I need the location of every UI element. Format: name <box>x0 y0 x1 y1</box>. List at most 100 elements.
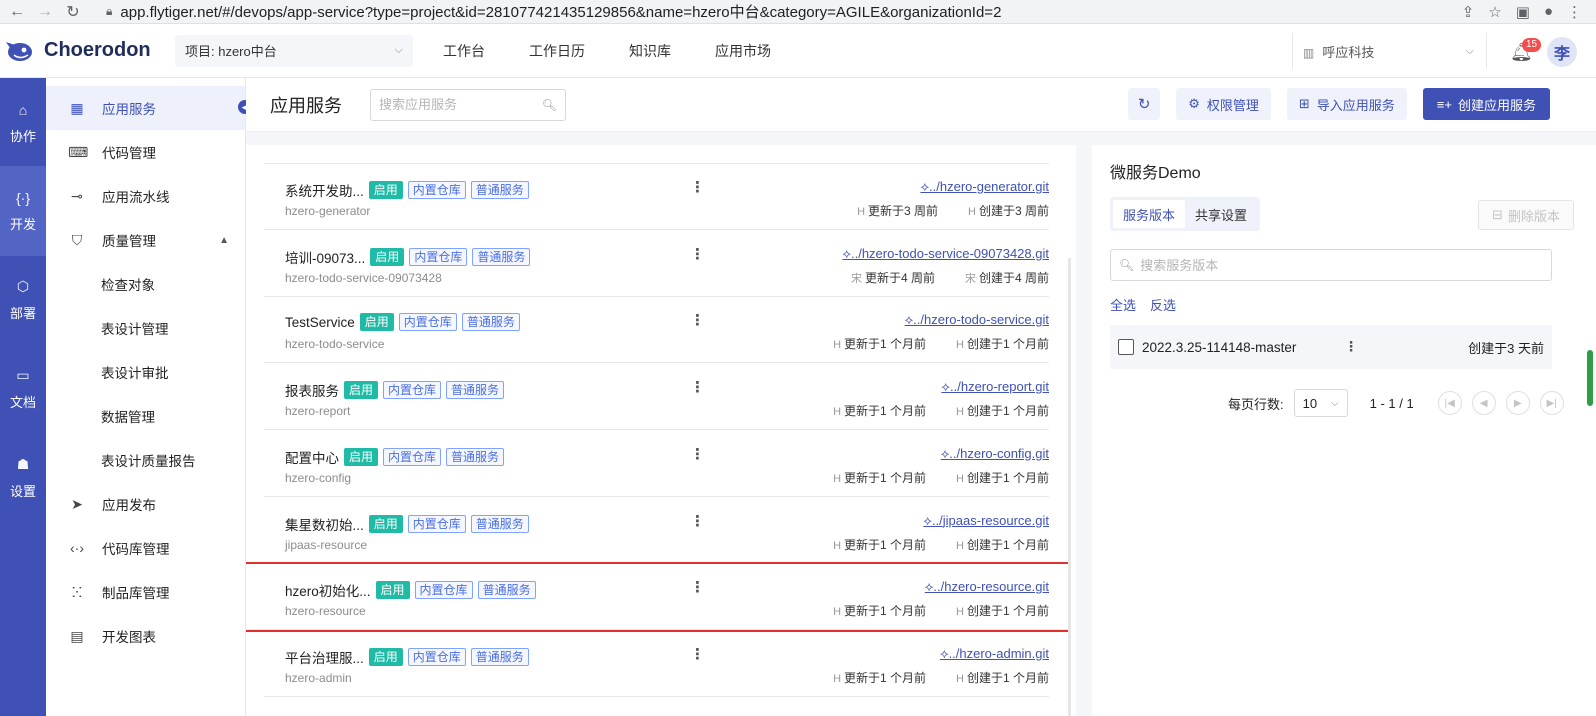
service-row[interactable]: 系统开发助... 启用 内置仓库 普通服务 hzero-generator ⋮ ⟡../hz… <box>264 164 1049 230</box>
rail-item-develop[interactable]: {·} 开发 <box>0 166 46 256</box>
sidebar-item-quality[interactable]: ⛉ 质量管理 ▲ <box>46 218 245 262</box>
rail-item-deploy[interactable]: ⬡ 部署 <box>0 255 46 345</box>
prev-page-icon[interactable]: ◀ <box>1471 391 1496 415</box>
sidebar-item-release[interactable]: ➤ 应用发布 <box>46 482 245 526</box>
menu-knowledge[interactable]: 知识库 <box>629 41 671 61</box>
rail-item-docs[interactable]: ▭ 文档 <box>0 344 46 434</box>
app-name: Choerodon <box>44 39 151 61</box>
git-link[interactable]: ⟡../hzero-generator.git <box>920 179 1049 195</box>
version-search[interactable]: 🔍︎ <box>1110 249 1552 281</box>
more-icon[interactable]: ⋮ <box>690 645 705 663</box>
git-link[interactable]: ⟡../hzero-config.git <box>941 446 1049 462</box>
sidebar-subitem-table-design[interactable]: 表设计管理 <box>46 306 245 350</box>
git-url[interactable]: ../hzero-todo-service-09073428.git <box>851 246 1049 261</box>
git-url[interactable]: ../hzero-report.git <box>950 379 1049 394</box>
more-icon[interactable]: ⋮ <box>1344 339 1358 355</box>
more-icon[interactable]: ⋮ <box>690 311 705 329</box>
create-service-button[interactable]: ≡+ 创建应用服务 <box>1422 88 1550 120</box>
git-url[interactable]: ../hzero-resource.git <box>933 579 1049 594</box>
back-icon[interactable]: ← <box>6 3 28 21</box>
star-icon[interactable]: ☆ <box>1488 3 1501 21</box>
service-name[interactable]: 集星数初始... <box>285 514 364 534</box>
tab-share-settings[interactable]: 共享设置 <box>1185 200 1257 228</box>
avatar[interactable]: 李 <box>1547 37 1577 67</box>
service-row[interactable]: hzero初始化... 启用 内置仓库 普通服务 hzero-resource ⋮ ⟡../… <box>246 562 1070 633</box>
more-icon[interactable]: ⋮ <box>690 445 705 463</box>
logo[interactable]: Choerodon <box>0 38 165 64</box>
sidebar-item-artifact[interactable]: ⵘ 制品库管理 <box>46 570 245 614</box>
page-size-select[interactable]: 10 ⌵ <box>1293 389 1348 417</box>
service-name[interactable]: hzero初始化... <box>285 580 371 600</box>
sidebar-item-pipeline[interactable]: ⊸ 应用流水线 <box>46 174 245 218</box>
project-select[interactable]: 项目: hzero中台 ⌵ <box>175 34 413 67</box>
rail-item-collab[interactable]: ⌂ 协作 <box>0 78 46 168</box>
menu-calendar[interactable]: 工作日历 <box>529 41 585 61</box>
version-checkbox[interactable] <box>1118 339 1134 355</box>
service-row[interactable]: 配置中心 启用 内置仓库 普通服务 hzero-config ⋮ ⟡../hzero-con… <box>264 431 1049 497</box>
git-link[interactable]: ⟡../hzero-report.git <box>941 379 1049 395</box>
sidebar-item-repo[interactable]: ‹·› 代码库管理 <box>46 526 245 570</box>
delete-version-button[interactable]: ⊟ 删除版本 <box>1478 200 1574 230</box>
more-icon[interactable]: ⋮ <box>690 512 705 530</box>
sidebar-item-charts[interactable]: ▤ 开发图表 <box>46 614 245 658</box>
search-input[interactable] <box>379 97 529 112</box>
menu-market[interactable]: 应用市场 <box>715 41 771 61</box>
invert-selection-link[interactable]: 反选 <box>1150 295 1176 314</box>
first-page-icon[interactable]: |◀ <box>1437 391 1462 415</box>
more-icon[interactable]: ⋮ <box>690 178 705 196</box>
url-text[interactable]: app.flytiger.net/#/devops/app-service?ty… <box>120 1 1001 22</box>
forward-icon[interactable]: → <box>34 3 56 21</box>
version-search-input[interactable] <box>1140 257 1541 273</box>
sidebar-subitem-data[interactable]: 数据管理 <box>46 394 245 438</box>
git-link[interactable]: ⟡../jipaas-resource.git <box>923 513 1049 529</box>
service-name[interactable]: 系统开发助... <box>285 180 364 200</box>
last-page-icon[interactable]: ▶| <box>1539 391 1564 415</box>
git-link[interactable]: ⟡../hzero-todo-service.git <box>905 312 1049 328</box>
git-link[interactable]: ⟡../hzero-todo-service-09073428.git <box>842 246 1049 262</box>
service-name[interactable]: 平台治理服... <box>285 647 364 667</box>
git-url[interactable]: ../hzero-generator.git <box>929 179 1049 194</box>
service-name[interactable]: TestService <box>285 315 355 330</box>
git-url[interactable]: ../hzero-admin.git <box>949 646 1049 661</box>
service-row[interactable]: 集星数初始... 启用 内置仓库 普通服务 jipaas-resource ⋮ ⟡../ji… <box>264 498 1049 564</box>
share-icon[interactable]: ⇪ <box>1462 3 1475 21</box>
menu-workbench[interactable]: 工作台 <box>443 41 485 61</box>
service-row[interactable]: 报表服务 启用 内置仓库 普通服务 hzero-report ⋮ ⟡../hzero-rep… <box>264 364 1049 431</box>
service-name[interactable]: 报表服务 <box>285 380 339 400</box>
rail-item-settings[interactable]: ☗ 设置 <box>0 433 46 523</box>
sidebar-item-app-service[interactable]: ▦ 应用服务 <box>46 86 245 130</box>
more-icon[interactable]: ⋮ <box>690 378 705 396</box>
git-link[interactable]: ⟡../hzero-resource.git <box>925 579 1049 595</box>
sidepanel-icon[interactable]: ▣ <box>1516 3 1530 21</box>
refresh-button[interactable]: ↻ <box>1128 88 1161 120</box>
service-row[interactable]: TestService 启用 内置仓库 普通服务 hzero-todo-service ⋮… <box>264 297 1049 364</box>
next-page-icon[interactable]: ▶ <box>1505 391 1530 415</box>
version-row[interactable]: 2022.3.25-114148-master ⋮ 创建于3 天前 <box>1110 325 1552 369</box>
sidebar-subitem-report[interactable]: 表设计质量报告 <box>46 438 245 482</box>
address-bar[interactable]: 🔒︎ app.flytiger.net/#/devops/app-service… <box>106 1 1462 22</box>
service-name[interactable]: 培训-09073... <box>285 247 365 267</box>
sidebar-subitem-approval[interactable]: 表设计审批 <box>46 350 245 394</box>
select-all-link[interactable]: 全选 <box>1110 295 1136 314</box>
git-url[interactable]: ../hzero-todo-service.git <box>913 312 1049 327</box>
git-url[interactable]: ../hzero-config.git <box>949 446 1049 461</box>
tab-versions[interactable]: 服务版本 <box>1113 200 1186 228</box>
sidebar-subitem-check[interactable]: 检查对象 <box>46 262 245 306</box>
sidebar-item-code[interactable]: ⌨ 代码管理 <box>46 130 245 174</box>
list-scrollbar[interactable] <box>1068 258 1071 716</box>
service-search[interactable]: 🔍︎ <box>370 88 566 121</box>
reload-icon[interactable]: ↻ <box>62 2 84 22</box>
import-service-button[interactable]: ⊞ 导入应用服务 <box>1286 88 1407 120</box>
permissions-button[interactable]: ⚙ 权限管理 <box>1176 88 1271 120</box>
git-link[interactable]: ⟡../hzero-admin.git <box>940 646 1049 662</box>
service-row[interactable]: 培训-09073... 启用 内置仓库 普通服务 hzero-todo-service-… <box>264 231 1049 297</box>
page-scrollbar[interactable] <box>1587 350 1593 406</box>
service-row[interactable]: 平台治理服... 启用 内置仓库 普通服务 hzero-admin ⋮ ⟡../hzero-… <box>264 631 1049 697</box>
service-name[interactable]: 配置中心 <box>285 447 339 467</box>
more-icon[interactable]: ⋮ <box>690 578 705 596</box>
git-url[interactable]: ../jipaas-resource.git <box>932 513 1049 528</box>
profile-icon[interactable]: ● <box>1544 3 1553 20</box>
browser-menu-icon[interactable]: ⋮ <box>1567 3 1582 21</box>
org-select[interactable]: ▥ 呼应科技 ⌵ <box>1292 33 1482 69</box>
more-icon[interactable]: ⋮ <box>690 245 705 263</box>
